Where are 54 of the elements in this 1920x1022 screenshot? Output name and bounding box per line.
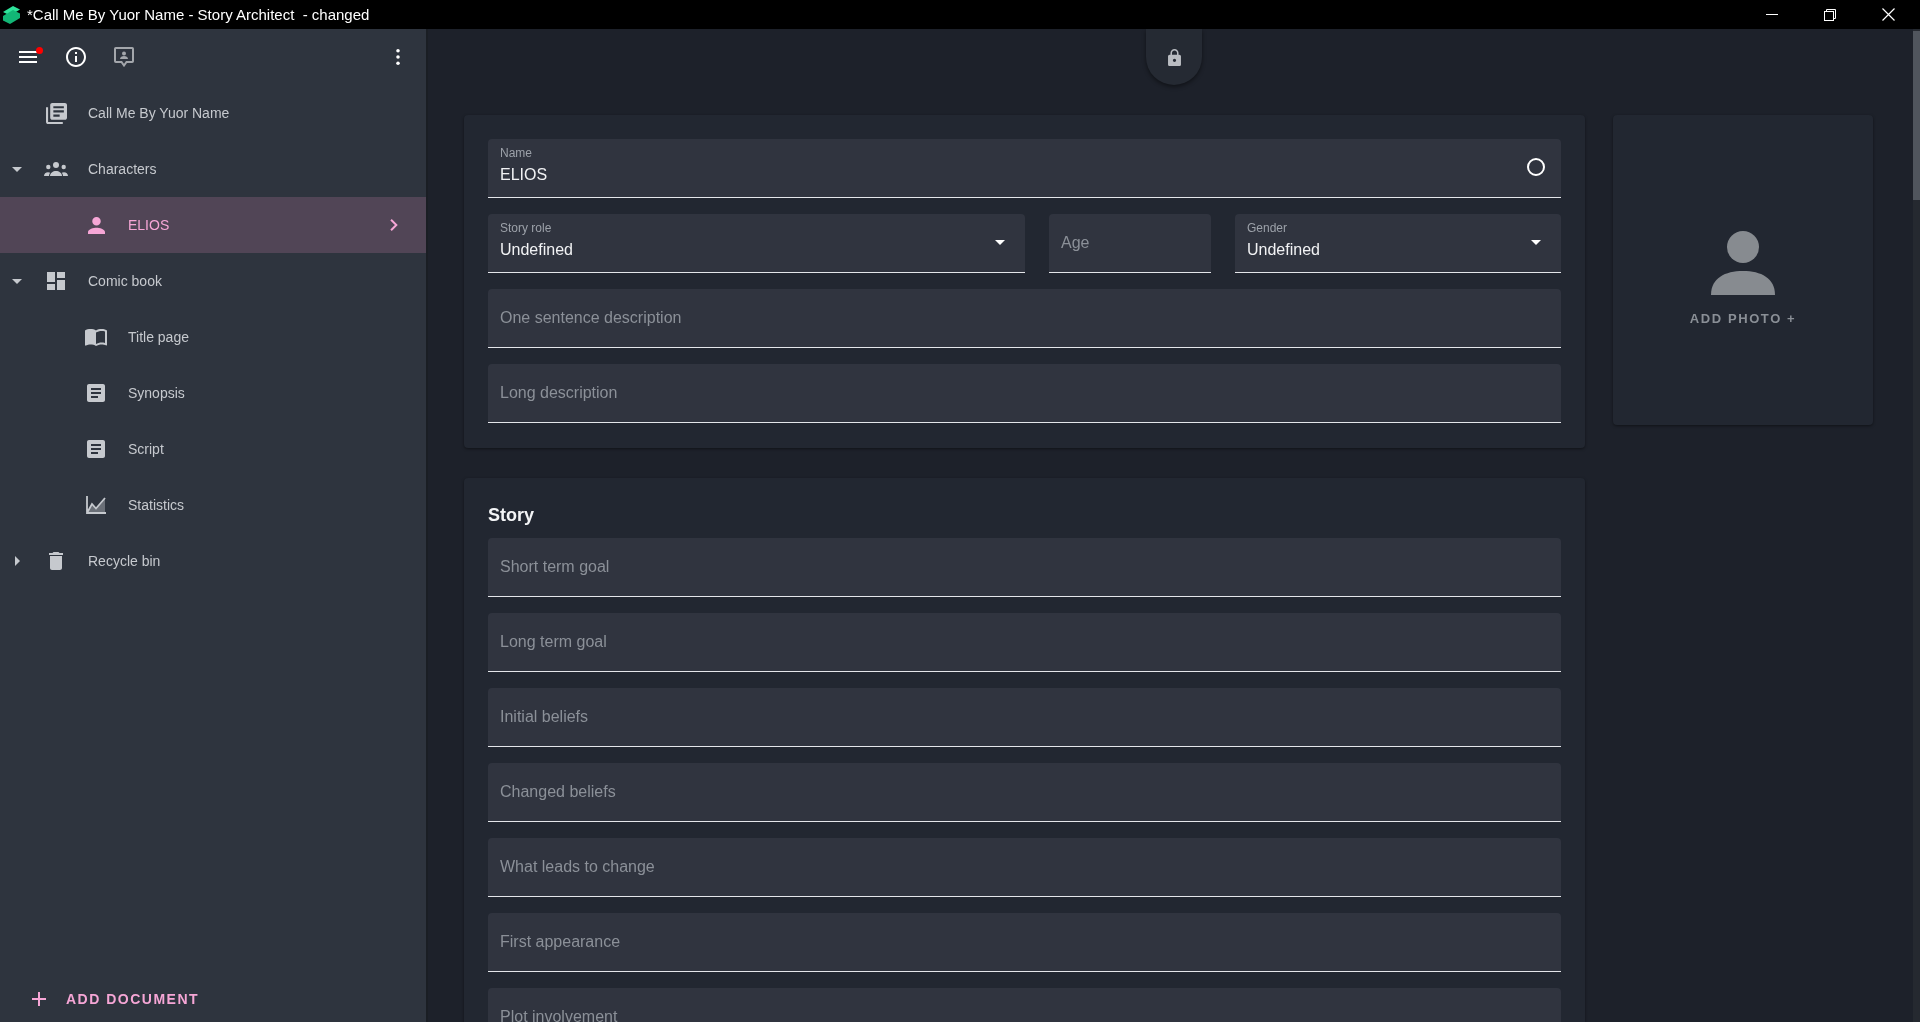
caret-down-icon[interactable]	[12, 278, 22, 284]
tree-item[interactable]: Script	[0, 421, 426, 477]
caret-down-icon	[995, 240, 1005, 245]
lock-icon	[1167, 48, 1181, 66]
tree-item[interactable]: Comic book	[0, 253, 426, 309]
caret-down-icon	[1531, 240, 1541, 245]
restore-icon[interactable]	[1824, 8, 1836, 21]
field-label: Name	[500, 146, 532, 160]
tree-item[interactable]: ELIOS	[0, 197, 426, 253]
tree-item[interactable]: Call Me By Yuor Name	[0, 85, 426, 141]
circle-icon[interactable]	[1527, 158, 1545, 176]
input-field[interactable]: Long description	[488, 364, 1561, 423]
person-icon	[1711, 231, 1775, 295]
close-icon[interactable]	[1881, 8, 1895, 21]
person-icon	[87, 216, 105, 234]
document-icon	[87, 440, 105, 458]
tree-item[interactable]: Synopsis	[0, 365, 426, 421]
documents-icon	[45, 102, 67, 124]
info-icon[interactable]	[66, 47, 86, 67]
add-document-button[interactable]: ADD DOCUMENT	[16, 979, 216, 1019]
input-field[interactable]: Age	[1049, 214, 1211, 273]
add-photo-button[interactable]: ADD PHOTO +	[1613, 115, 1873, 425]
open-book-icon	[85, 328, 107, 346]
trash-icon	[49, 552, 63, 570]
input-field[interactable]: Plot involvement	[488, 988, 1561, 1022]
caret-down-icon[interactable]	[12, 166, 22, 172]
scrollbar-thumb[interactable]	[1913, 31, 1920, 200]
document-icon	[87, 384, 105, 402]
plus-icon	[32, 992, 46, 1006]
menu-icon[interactable]	[19, 51, 37, 63]
input-field[interactable]: Long term goal	[488, 613, 1561, 672]
field-label: Story role	[500, 221, 552, 235]
input-field[interactable]: What leads to change	[488, 838, 1561, 897]
section-title: Story	[488, 504, 534, 526]
chevron-right-icon	[390, 219, 398, 231]
people-icon	[44, 162, 68, 176]
window-title: *Call Me By Yuor Name - Story Architect - changed	[27, 4, 370, 25]
feedback-icon[interactable]	[114, 47, 134, 67]
input-field[interactable]: Short term goal	[488, 538, 1561, 597]
input-field[interactable]: One sentence description	[488, 289, 1561, 348]
tree-item[interactable]: Recycle bin	[0, 533, 426, 589]
input-field[interactable]: First appearance	[488, 913, 1561, 972]
more-vertical-icon[interactable]	[396, 49, 400, 65]
line-chart-icon	[86, 496, 106, 514]
tree-item[interactable]: Title page	[0, 309, 426, 365]
caret-right-icon[interactable]	[14, 556, 20, 566]
input-field[interactable]: Initial beliefs	[488, 688, 1561, 747]
input-field[interactable]: Changed beliefs	[488, 763, 1561, 822]
tree-item[interactable]: Characters	[0, 141, 426, 197]
dashboard-icon	[47, 272, 65, 290]
field-label: Gender	[1247, 221, 1288, 235]
app-logo-icon	[3, 4, 20, 25]
lock-button[interactable]	[1146, 29, 1202, 85]
tree-item[interactable]: Statistics	[0, 477, 426, 533]
